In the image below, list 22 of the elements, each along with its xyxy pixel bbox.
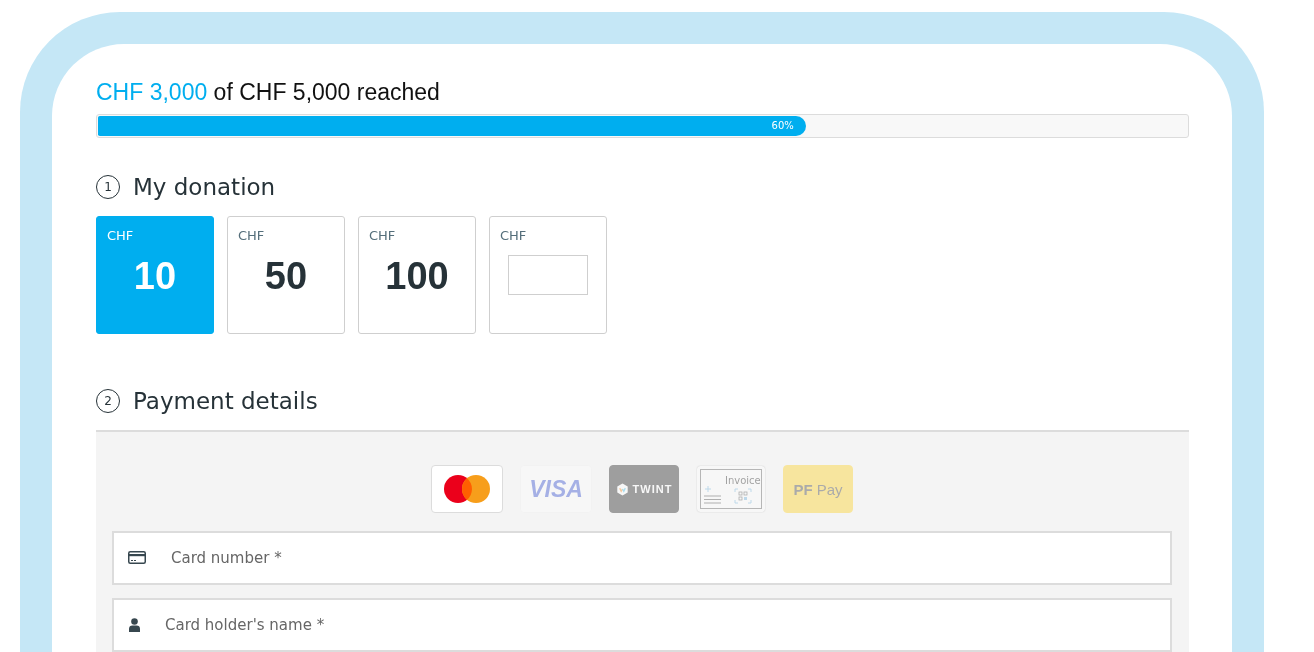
hexagon-icon bbox=[615, 482, 629, 496]
name-field[interactable]: Card holder's name * bbox=[112, 598, 1172, 652]
progress-summary: CHF 3,000 of CHF 5,000 reached bbox=[96, 79, 440, 105]
payment-app-option[interactable]: PF Pay bbox=[783, 465, 853, 513]
invoice-option[interactable]: Invoice bbox=[696, 465, 766, 513]
payment-app-option[interactable]: TWINT bbox=[609, 465, 679, 513]
amount-input[interactable] bbox=[508, 255, 588, 295]
progress-percent: 60% bbox=[771, 120, 794, 132]
person-icon bbox=[129, 618, 140, 632]
document-lines-icon bbox=[703, 483, 723, 505]
card-number-field[interactable]: Card number * bbox=[112, 531, 1172, 585]
overlapping-circles-icon bbox=[444, 475, 490, 503]
custom-amount-option[interactable]: CHF bbox=[489, 216, 607, 334]
card-brand-option[interactable] bbox=[431, 465, 503, 513]
credit-card-icon bbox=[128, 551, 146, 564]
section-title: My donation bbox=[133, 173, 276, 202]
amount-option[interactable]: CHF 100 bbox=[358, 216, 476, 334]
section-title: Payment details bbox=[133, 387, 318, 416]
amount-option[interactable]: CHF 50 bbox=[227, 216, 345, 334]
qr-code-icon bbox=[733, 487, 752, 504]
amount-option[interactable]: CHF 10 bbox=[96, 216, 214, 334]
currency-label: CHF bbox=[500, 228, 527, 244]
